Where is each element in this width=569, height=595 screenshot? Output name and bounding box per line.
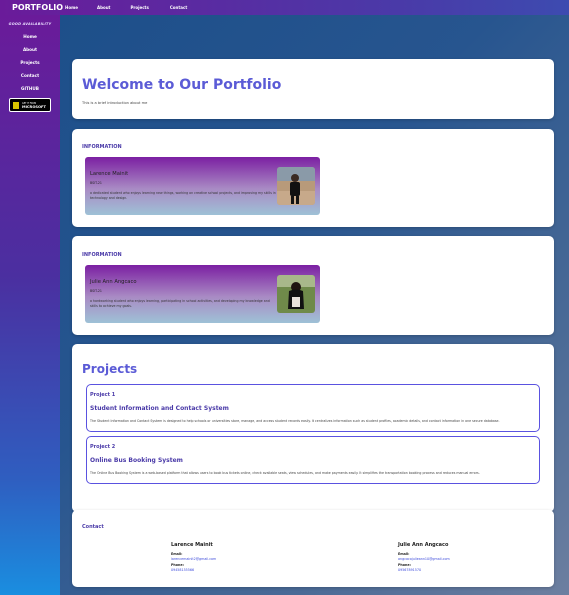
topnav-about[interactable]: About [97,5,110,10]
project-card-1[interactable]: Project 1 Student Information and Contac… [86,384,540,432]
contact-larence: Larence Mainit Email: larencemainit2@gma… [171,542,216,574]
brand-logo[interactable]: PORTFOLIO [12,3,64,12]
info-card-2: INFORMATION Julie Ann Angcaco BSIT-21 a … [72,236,554,335]
profile-photo [277,275,315,313]
contact-name: Larence Mainit [171,542,213,548]
phone-link[interactable]: 09458155566 [171,568,216,574]
badge-line2: MICROSOFT [22,104,46,109]
person-description: a dedicated student who enjoys learning … [90,191,276,200]
sidebar-title: GOOD AVAILABILITY [8,22,52,26]
sidebar-item-projects[interactable]: Projects [0,56,60,69]
person-card-julie: Julie Ann Angcaco BSIT-21 a hardworking … [85,265,320,323]
project-title: Online Bus Booking System [90,457,183,464]
welcome-card: Welcome to Our Portfolio This is a brief… [72,59,554,119]
person-name: Julie Ann Angcaco [90,279,137,285]
page-title: Welcome to Our Portfolio [82,77,282,93]
person-description: a hardworking student who enjoys learnin… [90,299,270,308]
intro-text: This is a brief introduction about me [82,101,148,105]
contact-card: Contact Larence Mainit Email: larencemai… [72,510,554,587]
project-description: The Student Information and Contact Syst… [90,419,500,423]
topnav-contact[interactable]: Contact [170,5,187,10]
person-section: BSIT-21 [90,181,102,185]
sidebar-menu: Home About Projects Contact GITHUB [0,30,60,95]
project-number: Project 1 [90,392,116,398]
info-label: INFORMATION [82,144,122,150]
project-card-2[interactable]: Project 2 Online Bus Booking System The … [86,436,540,484]
top-navbar: PORTFOLIO Home About Projects Contact [0,0,569,15]
top-nav: Home About Projects Contact [64,5,187,10]
topnav-projects[interactable]: Projects [130,5,148,10]
info-card-1: INFORMATION Larence Mainit BSIT-21 a ded… [72,129,554,227]
microsoft-logo-icon [13,101,19,109]
sidebar-item-home[interactable]: Home [0,30,60,43]
person-name: Larence Mainit [90,171,129,177]
project-number: Project 2 [90,444,116,450]
sidebar-item-contact[interactable]: Contact [0,69,60,82]
main-content: Welcome to Our Portfolio This is a brief… [60,15,569,595]
microsoft-store-badge[interactable]: GET IT FROM MICROSOFT [9,98,51,112]
person-section: BSIT-21 [90,289,102,293]
sidebar-item-about[interactable]: About [0,43,60,56]
sidebar: GOOD AVAILABILITY Home About Projects Co… [0,15,60,595]
phone-link[interactable]: 09567891570 [398,568,450,574]
project-title: Student Information and Contact System [90,405,229,412]
info-label: INFORMATION [82,252,122,258]
topnav-home[interactable]: Home [65,5,78,10]
projects-title: Projects [82,362,138,376]
person-card-larence: Larence Mainit BSIT-21 a dedicated stude… [85,157,320,215]
contact-title: Contact [82,524,104,530]
sidebar-item-github[interactable]: GITHUB [0,82,60,95]
profile-photo [277,167,315,205]
contact-name: Julie Ann Angcaco [398,542,449,548]
projects-card: Projects Project 1 Student Information a… [72,344,554,512]
contact-julie: Julie Ann Angcaco Email: angcacojulieann… [398,542,450,574]
project-description: The Online Bus Booking System is a web-b… [90,471,480,475]
